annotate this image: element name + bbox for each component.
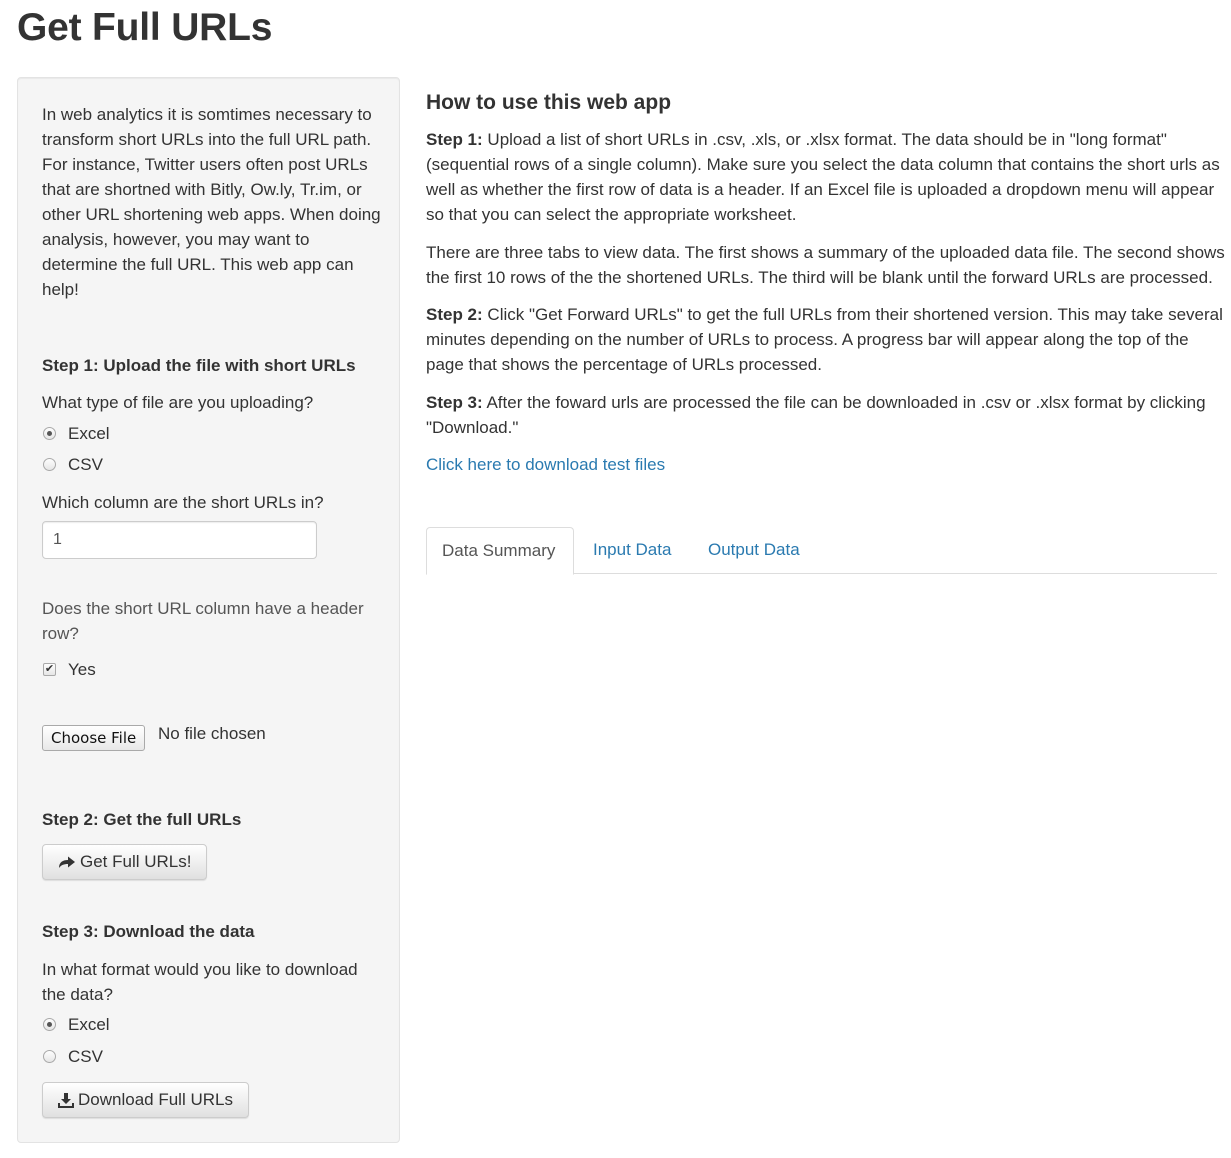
step3-heading: Step 3: Download the data: [42, 922, 255, 941]
radio-label: Excel: [68, 423, 110, 443]
header-checkbox-row[interactable]: ✔ Yes: [42, 657, 96, 682]
header-row-label: Does the short URL column have a header …: [42, 599, 364, 643]
download-icon: [58, 1092, 74, 1108]
page-title: Get Full URLs: [17, 6, 273, 49]
get-full-urls-button[interactable]: Get Full URLs!: [42, 844, 208, 880]
download-full-urls-label: Download Full URLs: [78, 1090, 233, 1109]
sidebar-panel: In web analytics it is somtimes necessar…: [17, 77, 400, 1143]
tab-input-data[interactable]: Input Data: [578, 527, 686, 574]
step1-heading: Step 1: Upload the file with short URLs: [42, 356, 356, 375]
column-number-input[interactable]: 1: [42, 521, 317, 559]
tab-output-data[interactable]: Output Data: [693, 527, 815, 574]
download-format-label: In what format would you like to downloa…: [42, 960, 358, 1004]
radio-button-checked[interactable]: [43, 1018, 56, 1031]
choose-file-button[interactable]: Choose File: [42, 725, 146, 751]
step-text: After the foward urls are processed the …: [426, 393, 1206, 437]
intro-text: In web analytics it is somtimes necessar…: [42, 105, 381, 299]
step-lead: Step 2:: [426, 305, 483, 324]
instructions-step1: Step 1: Upload a list of short URLs in .…: [426, 127, 1226, 227]
column-label: Which column are the short URLs in?: [42, 493, 324, 512]
step-lead: Step 3:: [426, 393, 483, 412]
instructions-tabs: There are three tabs to view data. The f…: [426, 243, 1225, 287]
tab-data-summary[interactable]: Data Summary: [426, 527, 574, 575]
radio-label: CSV: [68, 454, 103, 474]
main-panel: How to use this web app Step 1: Upload a…: [426, 86, 1226, 477]
instructions-heading: How to use this web app: [426, 91, 672, 114]
radio-button-checked[interactable]: [43, 427, 56, 440]
checkbox-label: Yes: [68, 659, 96, 679]
download-test-files-link[interactable]: Click here to download test files: [426, 452, 1226, 477]
check-icon[interactable]: ✔: [43, 663, 56, 676]
radio-label: CSV: [68, 1046, 103, 1066]
step-lead: Step 1:: [426, 130, 483, 149]
data-tabs: Data Summary Input Data Output Data: [426, 527, 1217, 575]
format-radio-excel[interactable]: Excel: [42, 1012, 110, 1037]
step-text: Upload a list of short URLs in .csv, .xl…: [426, 130, 1220, 224]
radio-button[interactable]: [43, 1050, 56, 1063]
instructions-step3: Step 3: After the foward urls are proces…: [426, 390, 1226, 440]
instructions-step2: Step 2: Click "Get Forward URLs" to get …: [426, 302, 1226, 377]
share-arrow-icon: [59, 856, 75, 868]
get-full-urls-label: Get Full URLs!: [80, 852, 192, 871]
radio-button[interactable]: [43, 458, 56, 471]
download-full-urls-button[interactable]: Download Full URLs: [42, 1082, 249, 1118]
file-type-label: What type of file are you uploading?: [42, 393, 314, 412]
step-text: Click "Get Forward URLs" to get the full…: [426, 305, 1223, 374]
file-type-radio-excel[interactable]: Excel: [42, 421, 110, 446]
radio-label: Excel: [68, 1014, 110, 1034]
format-radio-csv[interactable]: CSV: [42, 1044, 103, 1069]
step2-heading: Step 2: Get the full URLs: [42, 810, 242, 829]
file-type-radio-csv[interactable]: CSV: [42, 452, 103, 477]
file-status-text: No file chosen: [158, 724, 266, 743]
